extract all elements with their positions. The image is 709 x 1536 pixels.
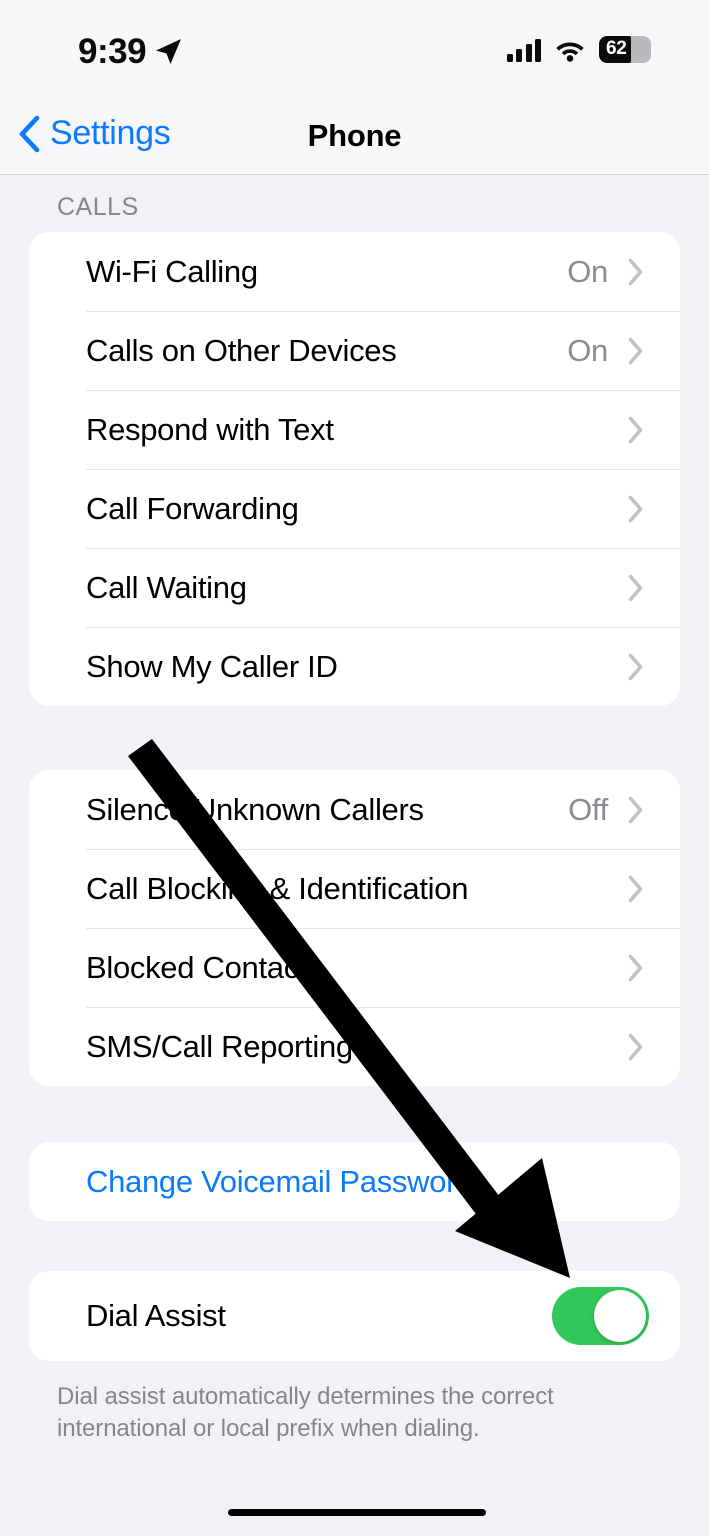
home-indicator: [228, 1509, 486, 1516]
row-label: Silence Unknown Callers: [86, 791, 424, 827]
chevron-right-icon: [628, 796, 643, 823]
row-label: Respond with Text: [86, 411, 334, 447]
battery-icon: 62: [599, 36, 651, 63]
toggle-knob: [594, 1290, 646, 1342]
row-label: SMS/Call Reporting: [86, 1028, 353, 1064]
row-call-blocking-identification[interactable]: Call Blocking & Identification: [29, 849, 680, 928]
row-value: Off: [568, 791, 608, 827]
row-label: Show My Caller ID: [86, 648, 338, 684]
chevron-right-icon: [628, 574, 643, 601]
row-label: Calls on Other Devices: [86, 332, 397, 368]
row-dial-assist[interactable]: Dial Assist: [29, 1271, 680, 1361]
status-indicators: 62: [506, 36, 651, 63]
settings-group-voicemail: Change Voicemail Password: [29, 1142, 680, 1221]
row-value: On: [567, 332, 608, 368]
settings-group-dial-assist: Dial Assist: [29, 1271, 680, 1361]
row-label: Blocked Contacts: [86, 949, 323, 985]
chevron-right-icon: [628, 337, 643, 364]
row-call-waiting[interactable]: Call Waiting: [29, 548, 680, 627]
row-label: Call Waiting: [86, 569, 247, 605]
chevron-right-icon: [628, 495, 643, 522]
settings-list: CALLS Wi-Fi Calling On Calls on Other De…: [0, 175, 709, 1536]
row-respond-with-text[interactable]: Respond with Text: [29, 390, 680, 469]
battery-percent-label: 62: [606, 38, 627, 59]
row-calls-on-other-devices[interactable]: Calls on Other Devices On: [29, 311, 680, 390]
row-change-voicemail-password[interactable]: Change Voicemail Password: [29, 1142, 680, 1221]
dial-assist-footer-text: Dial assist automatically determines the…: [57, 1383, 554, 1442]
chevron-right-icon: [628, 416, 643, 443]
chevron-right-icon: [628, 1033, 643, 1060]
row-label: Change Voicemail Password: [86, 1163, 474, 1199]
row-label: Dial Assist: [86, 1298, 226, 1333]
row-value: On: [567, 253, 608, 289]
row-blocked-contacts[interactable]: Blocked Contacts: [29, 928, 680, 1007]
location-arrow-icon: [156, 39, 181, 64]
settings-group-calls: Wi-Fi Calling On Calls on Other Devices …: [29, 232, 680, 706]
iphone-screen: 9:39 62 Settings Phone CALLS Wi-Fi Calli…: [0, 0, 709, 1536]
chevron-right-icon: [628, 875, 643, 902]
chevron-right-icon: [628, 653, 643, 680]
row-silence-unknown-callers[interactable]: Silence Unknown Callers Off: [29, 770, 680, 849]
status-bar: 9:39 62: [0, 0, 709, 100]
section-header-calls: CALLS: [57, 193, 139, 221]
row-label: Call Blocking & Identification: [86, 870, 469, 906]
wifi-icon: [556, 42, 584, 62]
navigation-bar: Settings Phone: [0, 100, 709, 175]
chevron-right-icon: [628, 954, 643, 981]
status-time: 9:39: [78, 32, 147, 71]
settings-group-blocking: Silence Unknown Callers Off Call Blockin…: [29, 770, 680, 1086]
page-title: Phone: [307, 118, 402, 153]
row-sms-call-reporting[interactable]: SMS/Call Reporting: [29, 1007, 680, 1086]
row-show-my-caller-id[interactable]: Show My Caller ID: [29, 627, 680, 706]
chevron-right-icon: [628, 258, 643, 285]
row-call-forwarding[interactable]: Call Forwarding: [29, 469, 680, 548]
row-label: Wi-Fi Calling: [86, 253, 258, 289]
cellular-signal-icon: [506, 38, 541, 62]
row-wifi-calling[interactable]: Wi-Fi Calling On: [29, 232, 680, 311]
dial-assist-toggle[interactable]: [552, 1287, 649, 1345]
row-label: Call Forwarding: [86, 490, 299, 526]
